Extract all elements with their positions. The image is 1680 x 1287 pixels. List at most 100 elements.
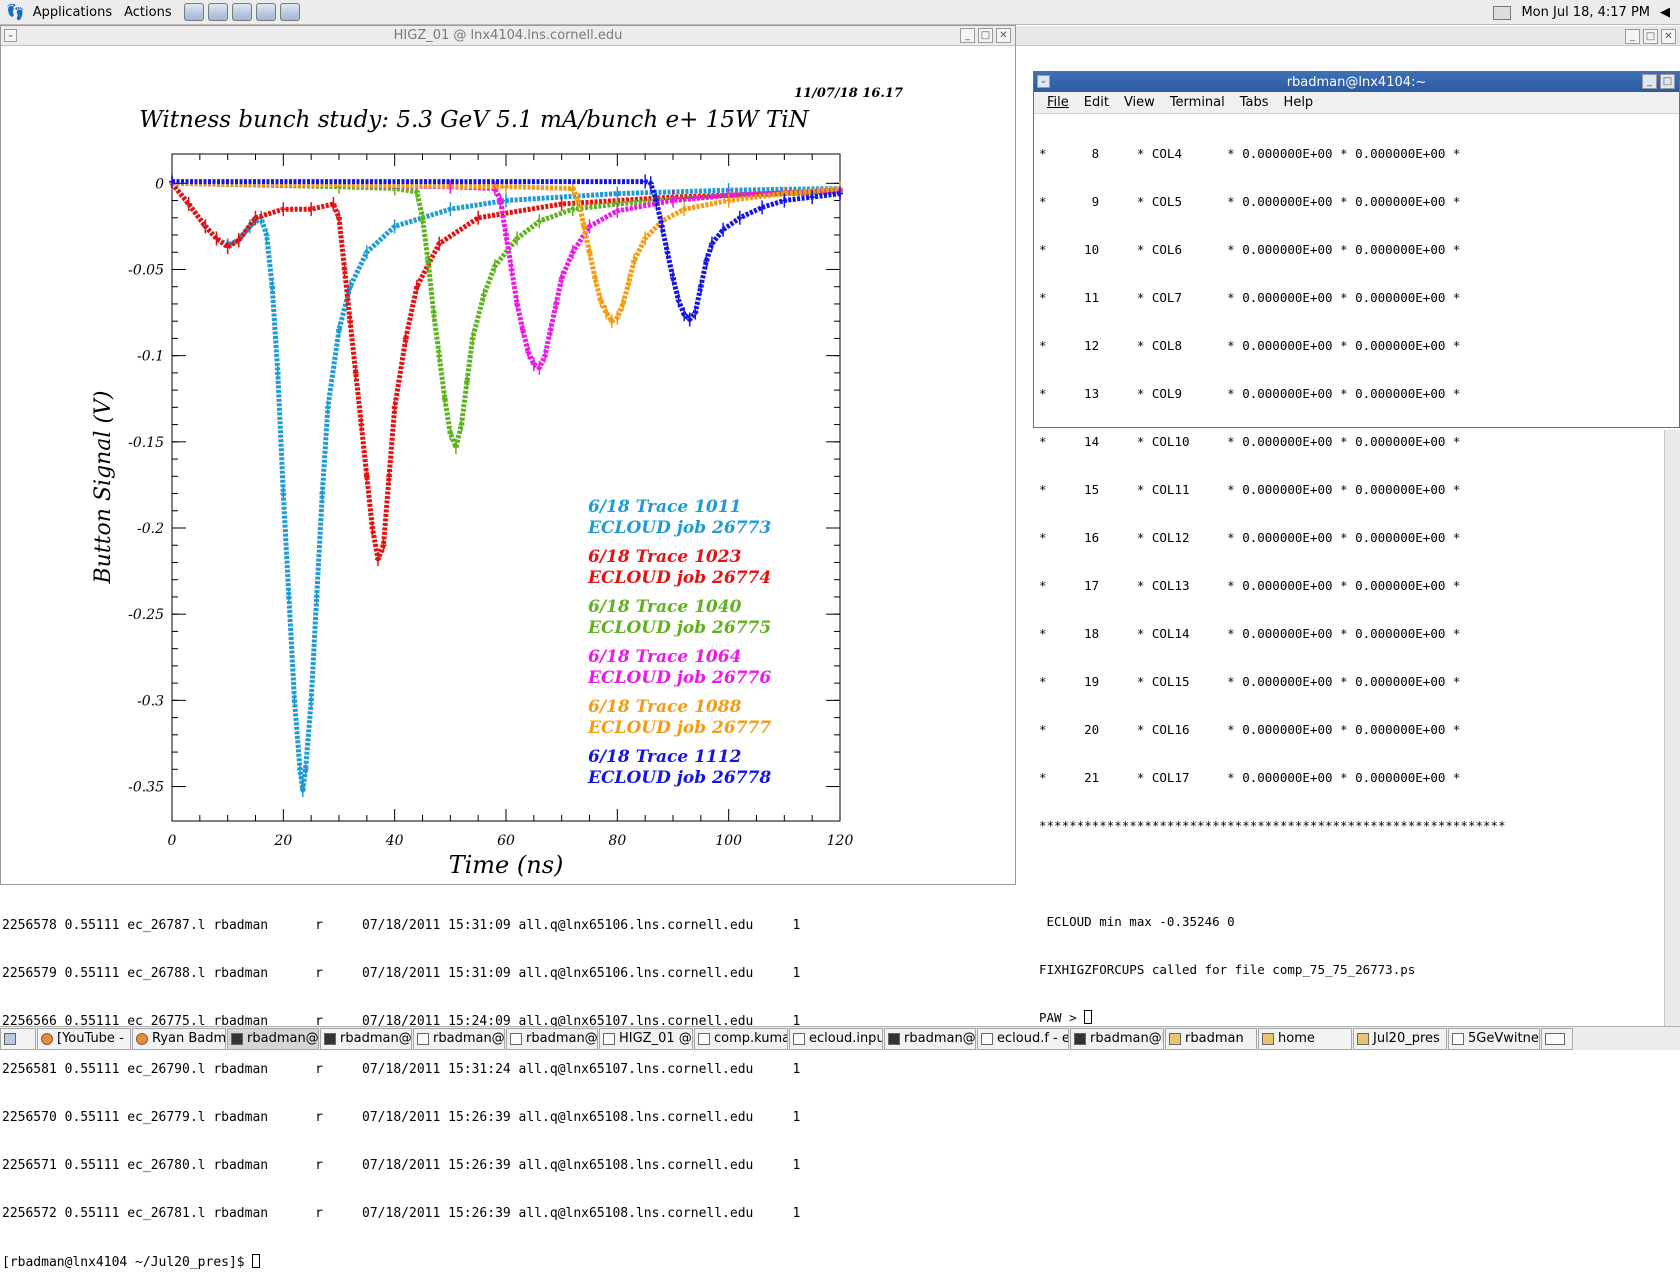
menu-tabs[interactable]: Tabs: [1240, 95, 1269, 110]
applications-menu[interactable]: Applications: [33, 5, 112, 20]
terminal-menubar: File Edit View Terminal Tabs Help: [1034, 92, 1679, 114]
taskbar-item[interactable]: rbadman@l: [227, 1027, 319, 1050]
document-icon: [1452, 1032, 1464, 1045]
taskbar-item-label: rbadman@l: [526, 1030, 598, 1046]
terminal-launcher-icon[interactable]: [279, 3, 300, 21]
close-icon[interactable]: ✕: [1661, 29, 1676, 44]
document-icon: [793, 1032, 805, 1045]
menu-edit[interactable]: Edit: [1084, 95, 1109, 110]
taskbar-item[interactable]: rbadman: [1165, 1027, 1257, 1050]
legend-trace: 6/18 Trace 1112: [588, 747, 742, 767]
window-menu-icon[interactable]: ⌄: [1037, 75, 1050, 88]
firefox-icon: [136, 1032, 148, 1045]
taskbar-item[interactable]: [YouTube -: [37, 1027, 131, 1050]
x-tick-label: 0: [168, 833, 177, 849]
workspace-switcher-icon[interactable]: [1541, 1027, 1573, 1050]
taskbar-item[interactable]: Ryan Badm: [132, 1027, 226, 1050]
paw-prompt: PAW >: [1039, 1010, 1085, 1025]
terminal-output[interactable]: * 8 * COL4 * 0.000000E+00 * 0.000000E+00…: [1034, 114, 1679, 1058]
volume-icon[interactable]: ◀: [1660, 5, 1670, 20]
folder-icon: [1169, 1032, 1181, 1045]
taskbar-item[interactable]: home: [1258, 1027, 1352, 1050]
foot-icon[interactable]: 👣: [6, 3, 25, 21]
panel-status: Mon Jul 18, 4:17 PM ◀: [1483, 0, 1670, 25]
document-icon: [417, 1032, 429, 1045]
terminal-line: * 10 * COL6 * 0.000000E+00 * 0.000000E+0…: [1039, 242, 1461, 257]
chart-legend: 6/18 Trace 1011ECLOUD job 26773 6/18 Trac…: [587, 497, 771, 788]
terminal-line: * 8 * COL4 * 0.000000E+00 * 0.000000E+00…: [1039, 146, 1461, 161]
background-window-titlebar: _ □ ✕: [1015, 26, 1680, 46]
taskbar-item[interactable]: ecloud.f - e: [977, 1027, 1069, 1050]
taskbar-item-label: ecloud.inpu: [809, 1030, 883, 1046]
menu-file[interactable]: File: [1047, 95, 1069, 110]
x-axis-label: Time (ns): [449, 851, 564, 879]
shell-prompt-line[interactable]: [rbadman@lnx4104 ~/Jul20_pres]$: [2, 1254, 1660, 1271]
terminal-icon: [888, 1032, 900, 1045]
taskbar-item-label: rbadman@l: [433, 1030, 505, 1046]
x-tick-label: 20: [273, 833, 292, 849]
taskbar-item[interactable]: rbadman@l: [1070, 1027, 1164, 1050]
printer-icon[interactable]: [1493, 5, 1512, 20]
actions-menu[interactable]: Actions: [124, 5, 172, 20]
presentation-launcher-icon[interactable]: [255, 3, 276, 21]
chart-axes: 0 20 40 60 80 100 120 0 -0.05 -0.1 -0.15 -0.2 -0.25 -…: [128, 154, 853, 849]
paw-prompt-line[interactable]: PAW >: [1039, 1010, 1679, 1026]
taskbar-item[interactable]: rbadman@l: [884, 1027, 976, 1050]
taskbar-item[interactable]: rbadman@l: [413, 1027, 505, 1050]
panel-menus: 👣 Applications Actions: [0, 0, 310, 25]
taskbar-item-label: ecloud.f - e: [997, 1030, 1069, 1046]
menu-terminal[interactable]: Terminal: [1170, 95, 1225, 110]
menu-view[interactable]: View: [1124, 95, 1155, 110]
higz-window-title: HIGZ_01 @ lnx4104.lns.cornell.edu: [393, 28, 623, 43]
terminal-line: * 17 * COL13 * 0.000000E+00 * 0.000000E+…: [1039, 578, 1461, 593]
taskbar-item[interactable]: rbadman@l: [506, 1027, 598, 1050]
document-icon: [510, 1032, 522, 1045]
maximize-icon[interactable]: □: [978, 28, 993, 43]
firefox-icon: [41, 1032, 53, 1045]
clock[interactable]: Mon Jul 18, 4:17 PM: [1521, 5, 1650, 20]
document-icon: [981, 1032, 993, 1045]
terminal-line: 2256571 0.55111 ec_26780.l rbadman r 07/…: [2, 1158, 801, 1173]
text-cursor: [252, 1254, 261, 1268]
minimize-icon[interactable]: _: [1625, 29, 1640, 44]
y-tick-label: -0.1: [137, 349, 164, 365]
minimize-icon[interactable]: _: [960, 28, 975, 43]
legend-trace: 6/18 Trace 1023: [588, 547, 742, 567]
terminal-titlebar[interactable]: ⌄ rbadman@lnx4104:~ _ □: [1034, 72, 1679, 92]
terminal-icon: [1074, 1032, 1086, 1045]
taskbar-item[interactable]: 5GeVwitnes: [1448, 1027, 1540, 1050]
minimize-icon[interactable]: _: [1642, 74, 1657, 89]
taskbar-item[interactable]: rbadman@l: [320, 1027, 412, 1050]
taskbar-item[interactable]: Jul20_pres: [1353, 1027, 1447, 1050]
chart-title: Witness bunch study: 5.3 GeV 5.1 mA/bunc…: [139, 107, 809, 133]
y-tick-label: -0.2: [137, 521, 164, 537]
chart-date-stamp: 11/07/18 16.17: [794, 86, 903, 101]
folder-icon: [1262, 1032, 1274, 1045]
taskbar-item[interactable]: HIGZ_01 @: [599, 1027, 693, 1050]
close-icon[interactable]: ✕: [996, 28, 1011, 43]
taskbar-item[interactable]: comp.kuma: [694, 1027, 788, 1050]
email-launcher-icon[interactable]: [207, 3, 228, 21]
x-tick-label: 80: [608, 833, 626, 849]
legend-job: ECLOUD job 26778: [587, 768, 771, 788]
window-menu-icon[interactable]: ⌄: [4, 29, 17, 42]
terminal-line: 2256572 0.55111 ec_26781.l rbadman r 07/…: [2, 1206, 801, 1221]
maximize-icon[interactable]: □: [1660, 74, 1675, 89]
taskbar: [YouTube - Ryan Badm rbadman@l rbadman@l…: [0, 1026, 1680, 1050]
text-cursor: [1084, 1010, 1093, 1024]
shell-prompt: [rbadman@lnx4104 ~/Jul20_pres]$: [2, 1255, 253, 1270]
higz-titlebar[interactable]: ⌄ HIGZ_01 @ lnx4104.lns.cornell.edu _ □ …: [1, 26, 1015, 46]
maximize-icon[interactable]: □: [1643, 29, 1658, 44]
series-1: [169, 176, 843, 797]
x-tick-label: 60: [497, 833, 515, 849]
legend-job: ECLOUD job 26775: [587, 618, 771, 638]
x-tick-label: 120: [827, 833, 854, 849]
show-desktop-icon[interactable]: [0, 1027, 36, 1050]
terminal-line: * 12 * COL8 * 0.000000E+00 * 0.000000E+0…: [1039, 338, 1461, 353]
taskbar-item[interactable]: ecloud.inpu: [789, 1027, 883, 1050]
taskbar-item-label: comp.kuma: [714, 1030, 788, 1046]
notes-launcher-icon[interactable]: [231, 3, 252, 21]
menu-help[interactable]: Help: [1284, 95, 1314, 110]
web-browser-launcher-icon[interactable]: [183, 3, 204, 21]
taskbar-item-label: 5GeVwitnes: [1468, 1030, 1540, 1046]
